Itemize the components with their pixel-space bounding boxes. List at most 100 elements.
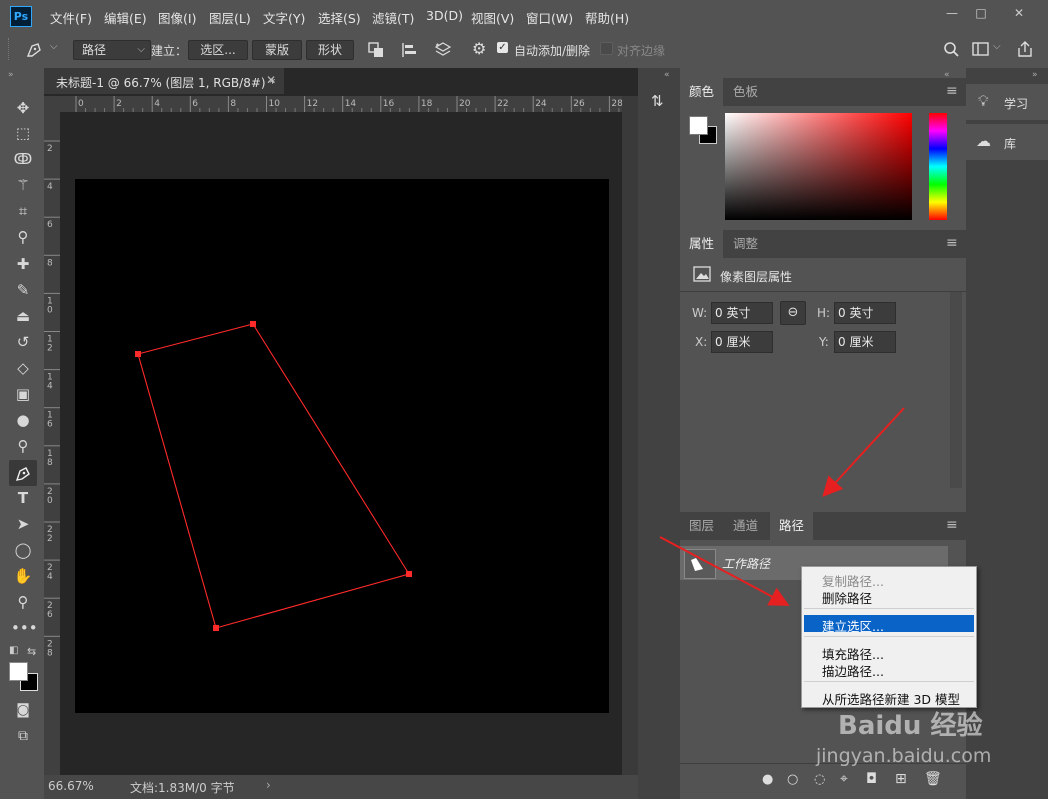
menu-type[interactable]: 文字(Y) [263, 8, 305, 27]
tab-properties[interactable]: 属性 [680, 230, 724, 258]
menu-delete-path[interactable]: 删除路径 [822, 588, 872, 607]
panel-menu-icon[interactable]: ≡ [946, 83, 958, 99]
make-work-path-icon[interactable]: ⌖ [840, 771, 848, 787]
menu-layer[interactable]: 图层(L) [209, 8, 251, 27]
link-dimensions-icon[interactable]: ⊖ [780, 301, 806, 325]
blur-tool-icon[interactable]: ● [11, 409, 35, 431]
properties-scrollbar[interactable] [950, 292, 962, 488]
tab-swatches[interactable]: 色板 [724, 78, 767, 106]
width-field[interactable]: 0 英寸 [711, 302, 773, 324]
menu-make-selection[interactable]: 建立选区... [822, 616, 884, 635]
minimize-button[interactable]: — [938, 4, 966, 22]
gear-icon[interactable]: ⚙ [472, 39, 486, 58]
menu-filter[interactable]: 滤镜(T) [372, 8, 414, 27]
document-tab[interactable]: 未标题-1 @ 66.7% (图层 1, RGB/8#) * ✕ [44, 68, 284, 94]
make-shape-button[interactable]: 形状 [306, 40, 354, 60]
trash-icon[interactable]: 🗑 [924, 771, 942, 787]
tab-adjustments[interactable]: 调整 [724, 230, 767, 258]
anchor-point[interactable] [135, 351, 141, 357]
menu-view[interactable]: 视图(V) [471, 8, 514, 27]
eyedropper-tool-icon[interactable]: ⚲ [11, 226, 35, 248]
maximize-button[interactable]: □ [967, 4, 995, 22]
menu-window[interactable]: 窗口(W) [526, 8, 573, 27]
tab-channels[interactable]: 通道 [724, 512, 767, 540]
history-brush-tool-icon[interactable]: ↺ [11, 331, 35, 353]
mode-dropdown[interactable]: 路径 ⌵ [73, 40, 151, 60]
pen-tool-preset-icon[interactable] [24, 40, 46, 60]
x-field[interactable]: 0 厘米 [711, 331, 773, 353]
type-tool-icon[interactable]: T [11, 487, 35, 509]
work-path-overlay[interactable] [75, 179, 609, 713]
add-mask-icon[interactable]: ◘ [866, 771, 877, 787]
auto-add-delete-checkbox[interactable]: ✓ [497, 42, 508, 53]
path-arrangement-icon[interactable] [433, 40, 453, 60]
move-tool-icon[interactable]: ✥ [11, 97, 35, 119]
menu-edit[interactable]: 编辑(E) [104, 8, 147, 27]
anchor-point[interactable] [250, 321, 256, 327]
height-field[interactable]: 0 英寸 [834, 302, 896, 324]
foreground-color-swatch[interactable] [9, 662, 28, 681]
default-colors-icon[interactable]: ◧ [9, 645, 18, 656]
crop-tool-icon[interactable]: ⌗ [11, 200, 35, 222]
tab-paths[interactable]: 路径 [770, 512, 814, 540]
collapse-icon[interactable]: « [664, 70, 670, 80]
stroke-path-icon[interactable]: ○ [787, 772, 798, 787]
history-panel-icon[interactable]: ⇅ [651, 92, 664, 110]
anchor-point[interactable] [406, 571, 412, 577]
ellipse-tool-icon[interactable]: ◯ [11, 539, 35, 561]
chevron-down-icon[interactable]: ⌵ [50, 41, 58, 52]
collapse-icon[interactable]: » [1032, 70, 1038, 80]
path-selection-tool-icon[interactable]: ➤ [11, 513, 35, 535]
pen-tool-icon[interactable] [14, 463, 34, 483]
menu-make-selection-highlight[interactable]: 建立选区... [804, 615, 974, 635]
path-operations-icon[interactable] [367, 41, 385, 59]
magic-wand-tool-icon[interactable]: ⚚ [11, 174, 35, 196]
tab-layers[interactable]: 图层 [680, 512, 723, 540]
share-icon[interactable] [1016, 40, 1034, 58]
chevron-down-icon[interactable]: ⌵ [993, 41, 1001, 52]
panel-menu-icon[interactable]: ≡ [946, 235, 958, 251]
learn-button[interactable]: 💡︎ 学习 [966, 84, 1048, 120]
gradient-tool-icon[interactable]: ▣ [11, 383, 35, 405]
hue-slider[interactable] [929, 113, 947, 220]
zoom-level[interactable]: 66.67% [48, 779, 94, 793]
libraries-button[interactable]: ☁ 库 [966, 124, 1048, 160]
workspace-icon[interactable] [972, 42, 990, 56]
menu-stroke-path[interactable]: 描边路径... [822, 661, 884, 680]
screen-mode-icon[interactable]: ⧉ [11, 725, 35, 747]
path-alignment-icon[interactable] [400, 41, 418, 59]
make-selection-button[interactable]: 选区... [188, 40, 248, 60]
collapse-icon[interactable]: » [8, 70, 14, 80]
zoom-tool-icon[interactable]: ⚲ [11, 591, 35, 613]
vertical-scrollbar[interactable] [622, 96, 638, 775]
hand-tool-icon[interactable]: ✋ [11, 565, 35, 587]
load-selection-icon[interactable]: ◌ [814, 772, 825, 787]
menu-image[interactable]: 图像(I) [158, 8, 196, 27]
tab-color[interactable]: 颜色 [680, 78, 724, 106]
close-window-button[interactable]: ✕ [1005, 4, 1033, 22]
foreground-color-swatch[interactable] [689, 116, 708, 135]
dodge-tool-icon[interactable]: ⚲ [11, 435, 35, 457]
clone-stamp-tool-icon[interactable]: ⏏ [11, 305, 35, 327]
close-tab-icon[interactable]: ✕ [266, 73, 276, 87]
brush-tool-icon[interactable]: ✎ [11, 279, 35, 301]
anchor-point[interactable] [213, 625, 219, 631]
menu-3d[interactable]: 3D(D) [426, 8, 463, 23]
align-edges-checkbox[interactable] [600, 42, 613, 55]
chevron-right-icon[interactable]: › [266, 778, 271, 792]
swap-colors-icon[interactable]: ⇆ [27, 645, 36, 658]
menu-select[interactable]: 选择(S) [318, 8, 361, 27]
quick-mask-icon[interactable]: ◙ [11, 699, 35, 721]
panel-menu-icon[interactable]: ≡ [946, 517, 958, 533]
marquee-tool-icon[interactable]: ⬚ [11, 122, 35, 144]
lasso-tool-icon[interactable]: ↂ [11, 148, 35, 170]
menu-help[interactable]: 帮助(H) [585, 8, 629, 27]
eraser-tool-icon[interactable]: ◇ [11, 357, 35, 379]
y-field[interactable]: 0 厘米 [834, 331, 896, 353]
healing-brush-tool-icon[interactable]: ✚ [11, 253, 35, 275]
fill-path-icon[interactable]: ● [762, 772, 773, 787]
more-tools-icon[interactable]: ••• [11, 617, 38, 639]
make-mask-button[interactable]: 蒙版 [252, 40, 302, 60]
new-path-icon[interactable]: ⊞ [895, 771, 907, 787]
search-icon[interactable] [942, 40, 960, 58]
